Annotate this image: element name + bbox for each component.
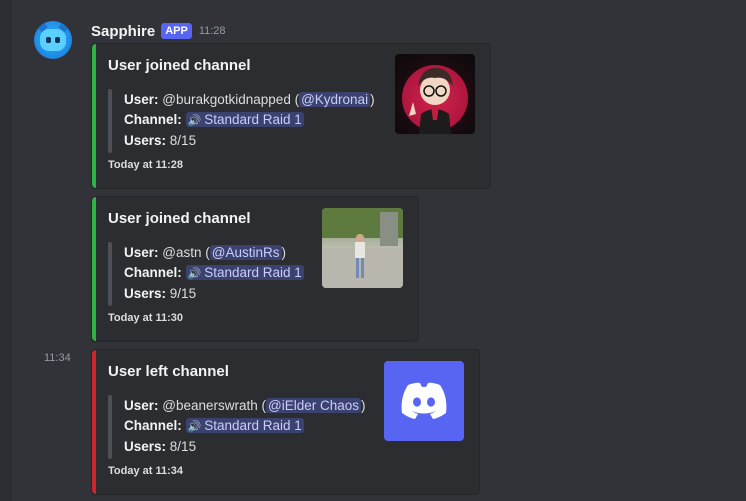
user-label: User: <box>124 245 159 260</box>
quote-bar <box>108 242 112 306</box>
channel-label: Channel: <box>124 264 182 280</box>
user-tag: @beanerswrath <box>162 398 258 413</box>
avatar-face-icon <box>40 29 66 51</box>
embed-title: User joined channel <box>108 57 251 74</box>
channel-label: Channel: <box>124 417 182 433</box>
quote-bar <box>108 89 112 153</box>
channel-name: Standard Raid 1 <box>204 264 302 280</box>
user-mention[interactable]: @iElder Chaos <box>266 398 362 413</box>
app-badge: APP <box>161 23 192 39</box>
author-name[interactable]: Sapphire <box>91 23 155 40</box>
users-count: 8/15 <box>169 439 197 454</box>
users-count: 8/15 <box>169 133 197 148</box>
embed-title: User joined channel <box>108 210 251 227</box>
embed-footer: Today at 11:30 <box>108 312 183 324</box>
channel-mention[interactable]: 🔊 Standard Raid 1 <box>185 417 304 433</box>
embed-thumbnail[interactable] <box>384 361 464 441</box>
users-label: Users: <box>124 286 167 301</box>
channel-mention[interactable]: 🔊 Standard Raid 1 <box>185 264 304 280</box>
embed-title: User left channel <box>108 363 229 380</box>
user-tag: @astn <box>162 245 202 260</box>
embed-card: User joined channel User: @astn (@Austin… <box>91 196 419 342</box>
embed-color-bar <box>92 197 96 341</box>
embed-fields: User: @beanerswrath (@iElder Chaos) Chan… <box>124 398 366 454</box>
message-header: Sapphire APP 11:28 <box>91 21 226 41</box>
channel-mention[interactable]: 🔊 Standard Raid 1 <box>185 111 304 127</box>
channel-label: Channel: <box>124 111 182 127</box>
message-timestamp[interactable]: 11:28 <box>199 25 226 37</box>
embed-thumbnail[interactable] <box>322 208 403 288</box>
embed-card: User joined channel User: @burakgotkidna… <box>91 43 491 189</box>
speaker-icon: 🔊 <box>187 420 202 433</box>
channel-list-edge <box>0 0 12 501</box>
channel-name: Standard Raid 1 <box>204 417 302 433</box>
speaker-icon: 🔊 <box>187 267 202 280</box>
quote-bar <box>108 395 112 459</box>
embed-fields: User: @astn (@AustinRs) Channel: 🔊 Standa… <box>124 245 304 301</box>
user-label: User: <box>124 92 159 107</box>
embed-thumbnail[interactable] <box>395 54 475 134</box>
embed-color-bar <box>92 350 96 494</box>
bot-avatar[interactable] <box>34 21 72 59</box>
users-count: 9/15 <box>169 286 197 301</box>
channel-name: Standard Raid 1 <box>204 111 302 127</box>
discord-logo-icon <box>401 382 447 419</box>
side-timestamp[interactable]: 11:34 <box>44 352 71 364</box>
embed-fields: User: @burakgotkidnapped (@Kydronai) Cha… <box>124 92 375 148</box>
user-label: User: <box>124 398 159 413</box>
users-label: Users: <box>124 439 167 454</box>
speaker-icon: 🔊 <box>187 114 202 127</box>
user-mention[interactable]: @Kydronai <box>299 92 371 107</box>
embed-footer: Today at 11:28 <box>108 159 183 171</box>
embed-color-bar <box>92 44 96 188</box>
users-label: Users: <box>124 133 167 148</box>
user-mention[interactable]: @AustinRs <box>209 245 282 260</box>
embed-card: User left channel User: @beanerswrath (@… <box>91 349 480 495</box>
embed-footer: Today at 11:34 <box>108 465 183 477</box>
user-tag: @burakgotkidnapped <box>162 92 291 107</box>
